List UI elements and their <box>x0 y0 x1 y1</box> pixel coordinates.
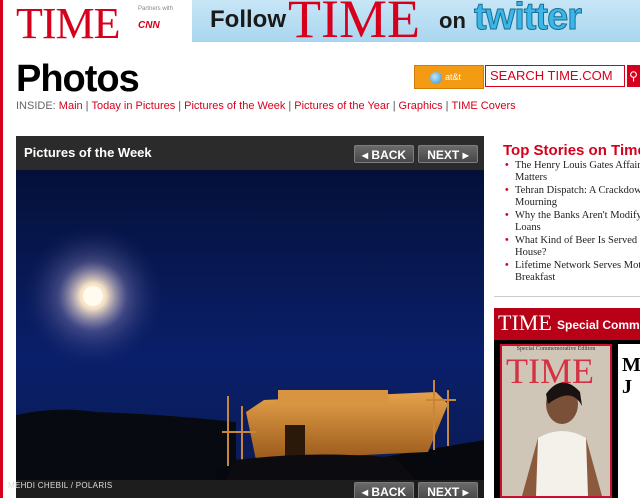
story-line: House? <box>515 246 547 258</box>
back-button-bottom[interactable]: ◀ BACK <box>354 482 414 498</box>
nav-link-graphics[interactable]: Graphics <box>399 100 443 112</box>
nav-link-today-in-pictures[interactable]: Today in Pictures <box>92 100 176 112</box>
gallery-title: Pictures of the Week <box>24 145 152 160</box>
search-button[interactable]: ⚲ <box>627 65 640 87</box>
page-title: Photos <box>16 58 140 100</box>
bullet-icon: • <box>505 210 509 221</box>
search-input[interactable]: SEARCH TIME.COM <box>485 65 625 87</box>
nav-separator: | <box>288 100 292 112</box>
magazine-cover[interactable]: Special Commemorative Edition TIME <box>500 344 612 498</box>
story-line: Mourning <box>515 196 557 208</box>
next-button-label: NEXT <box>427 148 460 162</box>
att-label: at&t <box>445 72 462 82</box>
back-button-bottom-label: BACK <box>371 485 407 498</box>
nav-separator: | <box>445 100 449 112</box>
nav-separator: | <box>85 100 89 112</box>
left-red-border <box>0 0 3 498</box>
promo-header: TIME Special Commemorative <box>494 308 640 340</box>
bullet-icon: • <box>505 160 509 171</box>
story-line: Breakfast <box>515 271 556 283</box>
twitter-banner-ad[interactable]: Follow TIME on twitter <box>192 0 640 42</box>
promo-time-logo: TIME <box>498 310 552 335</box>
nav-link-main[interactable]: Main <box>59 100 83 112</box>
nav-link-pictures-of-the-year[interactable]: Pictures of the Year <box>294 100 389 112</box>
night-ark-photo <box>16 170 484 480</box>
special-commemorative-promo[interactable]: TIME Special Commemorative Special Comme… <box>494 308 640 498</box>
banner-twitter-logo: twitter <box>474 0 583 39</box>
gallery-header: Pictures of the Week ◀ BACK NEXT ▶ <box>16 136 484 170</box>
back-arrow-icon: ◀ <box>361 487 369 497</box>
bullet-icon: • <box>505 185 509 196</box>
story-line: What Kind of Beer Is Served <box>515 235 638 246</box>
top-stories-list: • The Henry Louis Gates Affair Matters • Te… <box>505 160 640 285</box>
story-line: Loans <box>515 221 541 233</box>
next-arrow-icon: ▶ <box>462 487 469 497</box>
cnn-logo[interactable]: CNN <box>138 20 160 31</box>
gallery-photo[interactable] <box>16 170 484 480</box>
story-line: Tehran Dispatch: A Crackdown <box>515 185 640 196</box>
nav-link-pictures-of-the-week[interactable]: Pictures of the Week <box>184 100 285 112</box>
story-item[interactable]: • Tehran Dispatch: A Crackdown Mourning <box>505 185 640 208</box>
story-item[interactable]: • Lifetime Network Serves MothersBreakfas… <box>505 260 640 283</box>
nav-separator: | <box>392 100 396 112</box>
partners-label: Partners with <box>138 6 174 12</box>
promo-side-letter: J <box>622 376 632 398</box>
top-stories-title[interactable]: Top Stories on Time <box>503 142 640 159</box>
story-item[interactable]: • What Kind of Beer Is Served House? <box>505 235 640 258</box>
section-nav-label: INSIDE: <box>16 100 56 112</box>
bullet-icon: • <box>505 235 509 246</box>
back-arrow-icon: ◀ <box>361 150 369 160</box>
story-item[interactable]: • Why the Banks Aren't ModifyingLoans <box>505 210 640 233</box>
back-button-label: BACK <box>371 148 407 162</box>
promo-side-letter: M <box>622 354 640 376</box>
promo-label: Special Commemorative <box>557 318 640 332</box>
photo-gallery: Pictures of the Week ◀ BACK NEXT ▶ ◀ BAC… <box>16 136 484 498</box>
story-line: The Henry Louis Gates Affair <box>515 160 640 171</box>
story-line: Matters <box>515 171 548 183</box>
story-line: Lifetime Network Serves Mothers <box>515 260 640 271</box>
next-button-bottom-label: NEXT <box>427 485 460 498</box>
next-button-bottom[interactable]: NEXT ▶ <box>418 482 478 498</box>
back-button[interactable]: ◀ BACK <box>354 145 414 163</box>
story-line: Why the Banks Aren't Modifying <box>515 210 640 221</box>
promo-side-panel: M J <box>618 344 640 498</box>
time-logo[interactable]: TIME <box>16 2 121 46</box>
att-globe-icon <box>430 71 442 84</box>
nav-separator: | <box>178 100 182 112</box>
cover-time-logo: TIME <box>506 351 594 391</box>
search-icon: ⚲ <box>629 69 638 83</box>
section-nav: INSIDE: Main | Today in Pictures | Pictures … <box>16 100 516 112</box>
story-item[interactable]: • The Henry Louis Gates Affair Matters <box>505 160 640 183</box>
bullet-icon: • <box>505 260 509 271</box>
next-button[interactable]: NEXT ▶ <box>418 145 478 163</box>
nav-link-time-covers[interactable]: TIME Covers <box>451 100 515 112</box>
photo-credit: MEHDI CHEBIL / POLARIS <box>8 481 113 490</box>
banner-follow-text: Follow <box>210 6 286 33</box>
next-arrow-icon: ▶ <box>462 150 469 160</box>
att-sponsor-badge[interactable]: at&t <box>414 65 484 89</box>
banner-on-text: on <box>439 8 466 33</box>
banner-time-logo: TIME <box>288 0 420 42</box>
sidebar-divider <box>494 296 640 297</box>
